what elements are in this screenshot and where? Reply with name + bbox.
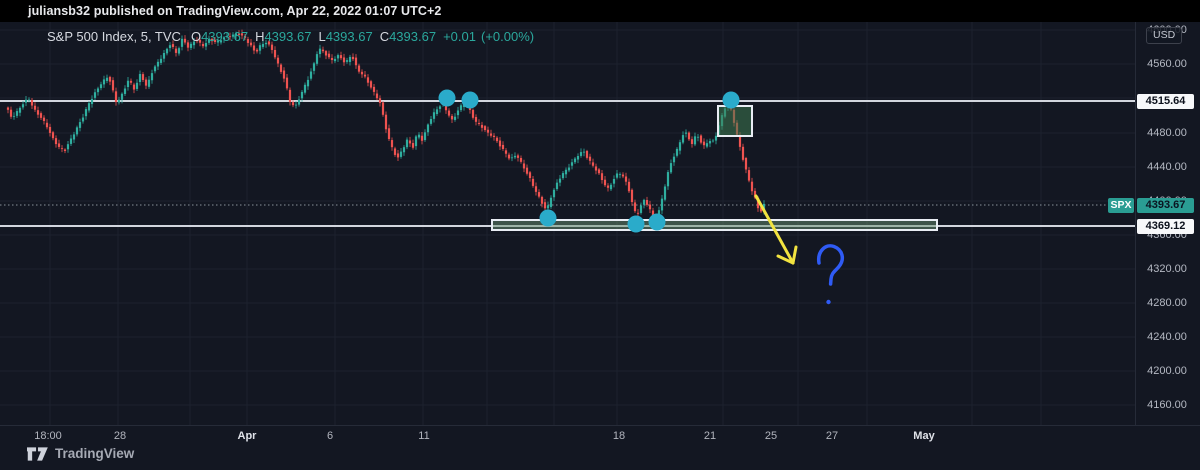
time-tick: 27: [826, 430, 838, 442]
time-tick: Apr: [238, 430, 257, 442]
ohlc-high: H4393.67: [255, 29, 311, 44]
circle-marker: [462, 92, 479, 109]
currency-badge: USD: [1146, 27, 1182, 44]
circle-marker: [649, 214, 666, 231]
circle-marker: [628, 216, 645, 233]
time-tick: 21: [704, 430, 716, 442]
breakout-box[interactable]: [718, 106, 752, 136]
symbol-title[interactable]: S&P 500 Index, 5, TVC: [47, 29, 181, 44]
level-price-badge: 4369.12: [1137, 219, 1194, 234]
time-tick: 25: [765, 430, 777, 442]
publish-info: juliansb32 published on TradingView.com,…: [28, 4, 441, 18]
price-tick: 4320.00: [1139, 263, 1195, 275]
time-tick: 6: [327, 430, 333, 442]
price-tick: 4560.00: [1139, 58, 1195, 70]
circle-marker: [723, 92, 740, 109]
current-price-badge: 4393.67: [1137, 198, 1194, 213]
support-band[interactable]: [492, 220, 937, 230]
question-mark-annotation[interactable]: [819, 246, 843, 304]
time-axis-separator: [0, 425, 1200, 426]
price-tick: 4480.00: [1139, 127, 1195, 139]
candles-layer: [7, 30, 765, 224]
circle-marker: [540, 210, 557, 227]
candlestick-chart[interactable]: [0, 0, 1200, 470]
tradingview-logo-text: TradingView: [55, 446, 134, 461]
symbol-chip: SPX: [1108, 198, 1134, 213]
tradingview-logo-icon: [27, 447, 48, 461]
chart-legend: S&P 500 Index, 5, TVC O4393.67 H4393.67 …: [47, 29, 539, 44]
change-value: +0.01: [443, 29, 476, 44]
ohlc-low: L4393.67: [318, 29, 372, 44]
circle-marker: [439, 90, 456, 107]
ohlc-open: O4393.67: [191, 29, 248, 44]
price-tick: 4240.00: [1139, 331, 1195, 343]
time-tick: 18: [613, 430, 625, 442]
price-tick: 4160.00: [1139, 399, 1195, 411]
watermark[interactable]: TradingView: [27, 446, 134, 461]
publish-bar: juliansb32 published on TradingView.com,…: [0, 0, 1200, 22]
time-tick: May: [913, 430, 934, 442]
level-price-badge: 4515.64: [1137, 94, 1194, 109]
tradingview-snapshot: { "topbar": {"publish_info": "juliansb32…: [0, 0, 1200, 470]
price-tick: 4200.00: [1139, 365, 1195, 377]
price-tick: 4280.00: [1139, 297, 1195, 309]
change-percent: (+0.00%): [481, 29, 534, 44]
time-tick: 18:00: [34, 430, 62, 442]
price-tick: 4440.00: [1139, 161, 1195, 173]
time-tick: 11: [418, 430, 429, 442]
circle-markers[interactable]: [439, 90, 740, 233]
level-lines[interactable]: [0, 101, 1135, 226]
time-tick: 28: [114, 430, 126, 442]
ohlc-close: C4393.67: [380, 29, 436, 44]
